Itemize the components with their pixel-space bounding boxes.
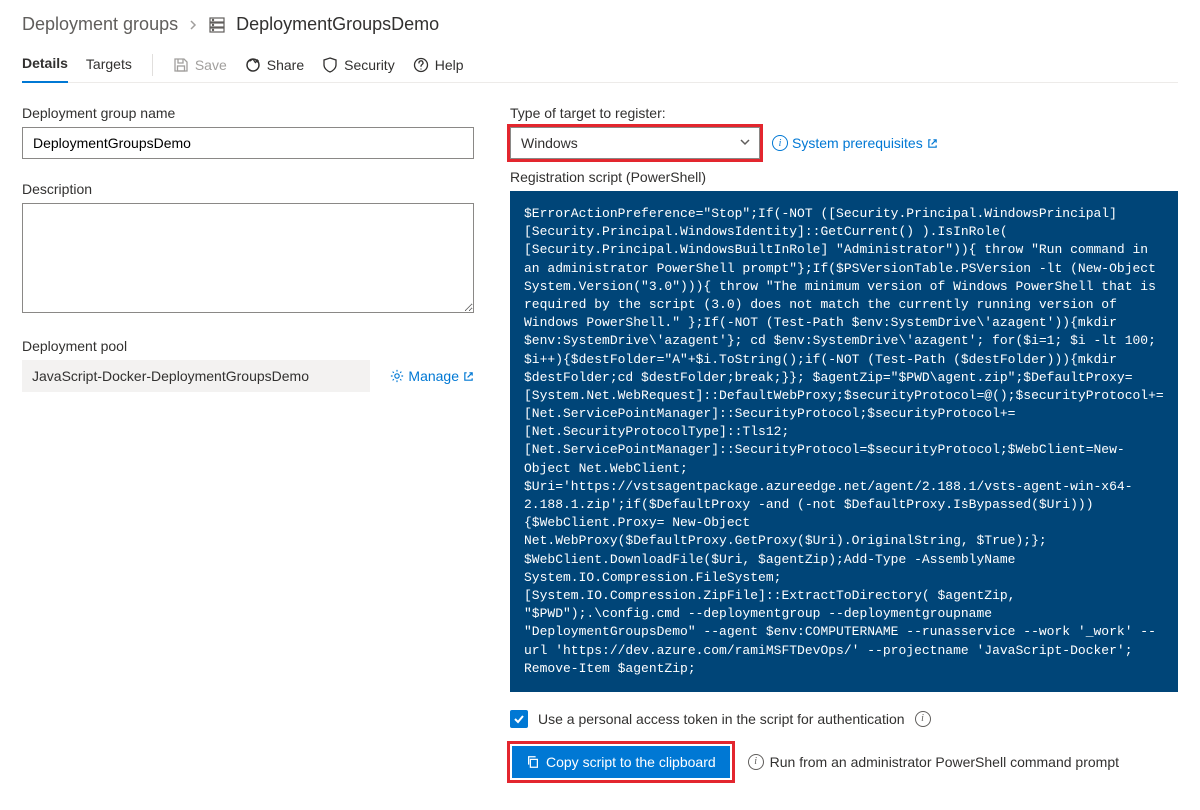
info-icon: i: [748, 754, 764, 770]
chevron-right-icon: [188, 14, 198, 35]
script-label: Registration script (PowerShell): [510, 169, 1178, 185]
system-prerequisites-link[interactable]: i System prerequisites: [772, 135, 938, 151]
target-type-value: Windows: [521, 135, 578, 151]
external-link-icon: [463, 371, 474, 382]
run-note-text: Run from an administrator PowerShell com…: [770, 754, 1119, 770]
prereq-label: System prerequisites: [792, 135, 923, 151]
breadcrumb-current: DeploymentGroupsDemo: [236, 14, 439, 35]
manage-label: Manage: [408, 368, 459, 384]
run-note: i Run from an administrator PowerShell c…: [748, 754, 1119, 770]
tab-targets[interactable]: Targets: [86, 48, 132, 82]
security-button[interactable]: Security: [322, 57, 395, 73]
description-label: Description: [22, 181, 474, 197]
divider: [152, 54, 153, 76]
registration-script[interactable]: $ErrorActionPreference="Stop";If(-NOT ([…: [510, 191, 1178, 692]
name-input[interactable]: [22, 127, 474, 159]
gear-icon: [390, 369, 404, 383]
help-button[interactable]: Help: [413, 57, 464, 73]
chevron-down-icon: [739, 135, 751, 151]
save-button: Save: [173, 57, 227, 73]
info-icon: i: [772, 135, 788, 151]
pool-value: JavaScript-Docker-DeploymentGroupsDemo: [22, 360, 370, 392]
target-type-select[interactable]: Windows: [510, 127, 760, 159]
name-label: Deployment group name: [22, 105, 474, 121]
breadcrumb-parent[interactable]: Deployment groups: [22, 14, 178, 35]
pat-label: Use a personal access token in the scrip…: [538, 711, 905, 727]
tab-details[interactable]: Details: [22, 47, 68, 83]
tab-bar: Details Targets Save Share Security: [22, 47, 1178, 83]
check-icon: [513, 713, 525, 725]
share-button[interactable]: Share: [245, 57, 304, 73]
share-label: Share: [267, 57, 304, 73]
copy-script-label: Copy script to the clipboard: [546, 754, 716, 770]
help-label: Help: [435, 57, 464, 73]
breadcrumb: Deployment groups DeploymentGroupsDemo: [22, 14, 1178, 35]
copy-script-button[interactable]: Copy script to the clipboard: [512, 746, 730, 778]
save-label: Save: [195, 57, 227, 73]
pat-checkbox[interactable]: [510, 710, 528, 728]
target-type-label: Type of target to register:: [510, 105, 1178, 121]
external-link-icon: [927, 138, 938, 149]
server-group-icon: [208, 16, 226, 34]
security-label: Security: [344, 57, 395, 73]
description-input[interactable]: [22, 203, 474, 313]
pool-label: Deployment pool: [22, 338, 474, 354]
info-icon[interactable]: i: [915, 711, 931, 727]
manage-link[interactable]: Manage: [390, 368, 474, 384]
copy-icon: [526, 755, 540, 769]
